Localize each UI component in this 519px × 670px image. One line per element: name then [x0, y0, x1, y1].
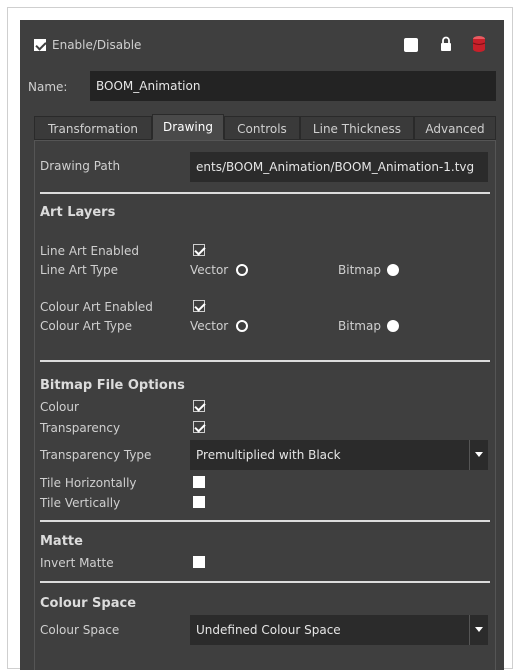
- bitmap-options-heading: Bitmap File Options: [40, 378, 185, 393]
- colour-art-enabled-checkbox[interactable]: [193, 300, 205, 312]
- line-art-vector-radio[interactable]: [236, 264, 248, 276]
- line-art-bitmap-label: Bitmap: [338, 263, 381, 277]
- chevron-down-icon[interactable]: [469, 440, 488, 470]
- invert-matte-label: Invert Matte: [40, 556, 114, 570]
- color-swatch-icon[interactable]: [404, 38, 418, 52]
- colour-label: Colour: [40, 400, 79, 414]
- separator: [40, 520, 490, 522]
- line-art-type-label: Line Art Type: [40, 263, 119, 277]
- colour-space-heading: Colour Space: [40, 596, 137, 611]
- drawing-path-field[interactable]: ents/BOOM_Animation/BOOM_Animation-1.tvg: [190, 152, 488, 182]
- colour-checkbox[interactable]: [193, 400, 205, 412]
- colour-space-dropdown[interactable]: Undefined Colour Space: [190, 615, 488, 645]
- transparency-checkbox[interactable]: [193, 421, 205, 433]
- tab-advanced[interactable]: Advanced: [414, 116, 496, 140]
- layer-properties-panel: .hdrchk::after{border-color:#3f3f3f !imp…: [20, 20, 504, 670]
- tab-bar: Transformation Drawing Controls Line Thi…: [34, 114, 496, 140]
- art-layers-heading: Art Layers: [40, 205, 116, 220]
- colour-space-value: Undefined Colour Space: [196, 623, 341, 637]
- line-art-enabled-label: Line Art Enabled: [40, 244, 139, 258]
- transparency-type-dropdown[interactable]: Premultiplied with Black: [190, 440, 488, 470]
- chevron-down-icon[interactable]: [469, 615, 488, 645]
- colour-art-bitmap-radio[interactable]: [387, 320, 399, 332]
- invert-matte-checkbox[interactable]: [193, 556, 205, 568]
- tab-line-thickness[interactable]: Line Thickness: [300, 116, 414, 140]
- colour-art-type-label: Colour Art Type: [40, 319, 132, 333]
- lock-icon[interactable]: [440, 36, 452, 52]
- separator: [40, 581, 490, 583]
- colour-art-vector-label: Vector: [190, 319, 229, 333]
- tab-controls[interactable]: Controls: [224, 116, 300, 140]
- database-icon[interactable]: [472, 35, 486, 53]
- colour-art-vector-radio[interactable]: [236, 320, 248, 332]
- tile-horizontally-checkbox[interactable]: [193, 476, 205, 488]
- line-art-enabled-checkbox[interactable]: [193, 244, 205, 256]
- tile-horizontally-label: Tile Horizontally: [40, 476, 137, 490]
- drawing-path-label: Drawing Path: [40, 159, 121, 173]
- tab-transformation[interactable]: Transformation: [34, 116, 152, 140]
- name-label: Name:: [28, 80, 68, 94]
- matte-heading: Matte: [40, 534, 83, 549]
- tile-vertically-checkbox[interactable]: [193, 496, 205, 508]
- colour-art-bitmap-label: Bitmap: [338, 319, 381, 333]
- colour-space-label: Colour Space: [40, 623, 120, 637]
- line-art-bitmap-radio[interactable]: [387, 264, 399, 276]
- colour-art-enabled-label: Colour Art Enabled: [40, 300, 153, 314]
- transparency-type-value: Premultiplied with Black: [196, 448, 341, 462]
- enable-checkbox[interactable]: [34, 39, 46, 51]
- transparency-label: Transparency: [40, 421, 121, 435]
- transparency-type-label: Transparency Type: [40, 448, 152, 462]
- tile-vertically-label: Tile Vertically: [40, 496, 121, 510]
- separator: [40, 192, 490, 194]
- tab-drawing[interactable]: Drawing: [152, 114, 224, 140]
- line-art-vector-label: Vector: [190, 263, 229, 277]
- enable-label: Enable/Disable: [52, 38, 142, 52]
- separator: [40, 360, 490, 362]
- name-input[interactable]: BOOM_Animation: [90, 71, 496, 101]
